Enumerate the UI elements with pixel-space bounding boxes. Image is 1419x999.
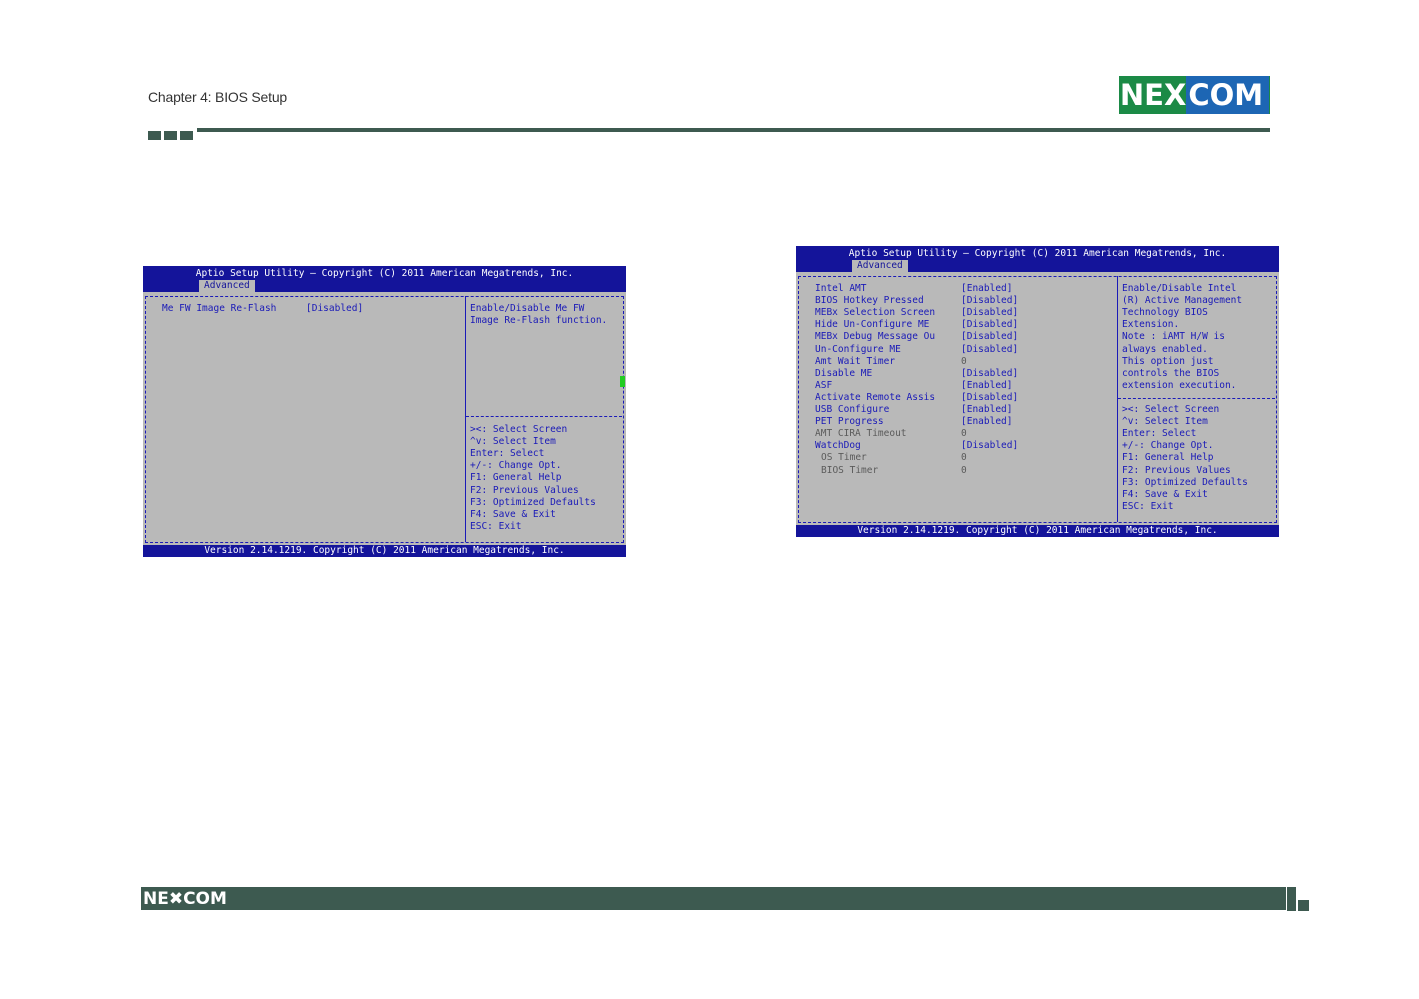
key-legend-line: F4: Save & Exit [470,508,556,520]
footer-corner-blocks [1287,887,1311,911]
setting-value: 0 [961,428,967,440]
setting-label: AMT CIRA Timeout [815,428,907,440]
chapter-title: Chapter 4: BIOS Setup [148,89,287,105]
key-legend-line: ESC: Exit [470,520,522,532]
help-line: (R) Active Management [1122,295,1243,307]
help-line: controls the BIOS [1122,367,1220,379]
setting-label[interactable]: WatchDog [815,440,861,452]
key-legend-line: Enter: Select [1122,428,1197,440]
help-line: Enable/Disable Me FW [470,303,585,314]
help-line: Image Re-Flash function. [470,315,608,327]
setting-value[interactable]: [Enabled] [961,283,1012,295]
bios-title: Aptio Setup Utility – Copyright (C) 2011… [848,248,1227,259]
bios-title-bar: Aptio Setup Utility – Copyright (C) 2011… [796,246,1279,272]
setting-label: BIOS Timer [821,464,879,476]
setting-value[interactable]: [Disabled] [961,344,1018,356]
bios-title-bar: Aptio Setup Utility – Copyright (C) 2011… [143,266,626,292]
logo-x: X [1163,78,1187,112]
bios-help-separator [1118,398,1275,399]
key-legend-line: Enter: Select [470,448,545,460]
setting-value[interactable]: [Disabled] [961,295,1018,307]
help-line: Enable/Disable Intel [1122,283,1237,294]
setting-label[interactable]: MEBx Selection Screen [815,307,935,319]
setting-value[interactable]: [Disabled] [961,440,1018,452]
setting-label[interactable]: Hide Un-Configure ME [815,319,929,331]
bios-version-bar: Version 2.14.1219. Copyright (C) 2011 Am… [143,545,626,557]
key-legend-line: +/-: Change Opt. [470,460,562,472]
setting-value[interactable]: [Disabled] [961,319,1018,331]
setting-value[interactable]: [Disabled] [306,303,363,315]
header-rule [197,128,1270,132]
tab-advanced[interactable]: Advanced [852,260,908,272]
setting-label[interactable]: Activate Remote Assis [815,392,935,404]
setting-label: OS Timer [821,452,867,464]
setting-value: 0 [961,452,967,464]
setting-label[interactable]: PET Progress [815,416,884,428]
setting-value[interactable]: [Disabled] [961,307,1018,319]
setting-label[interactable]: Me FW Image Re-Flash [162,303,276,315]
setting-value[interactable]: [Disabled] [961,392,1018,404]
key-legend-line: +/-: Change Opt. [1122,440,1214,452]
key-legend-line: ^v: Select Item [1122,416,1208,428]
tab-advanced[interactable]: Advanced [199,280,255,292]
bios-screenshot-left: Aptio Setup Utility – Copyright (C) 2011… [143,266,626,557]
key-legend-line: F2: Previous Values [470,484,579,496]
bios-title: Aptio Setup Utility – Copyright (C) 2011… [195,268,574,279]
setting-value[interactable]: [Disabled] [961,368,1018,380]
setting-label[interactable]: BIOS Hotkey Pressed [815,295,924,307]
help-line: This option just [1122,355,1214,367]
key-legend-line: F4: Save & Exit [1122,488,1208,500]
footer-logo: NE✖COM [143,889,227,909]
logo-ne: NE [1119,78,1164,112]
setting-value[interactable]: 0 [961,356,967,368]
help-line: extension execution. [1122,379,1237,391]
key-legend-line: F1: General Help [1122,452,1214,464]
setting-label[interactable]: USB Configure [815,404,889,416]
help-line: Note : iAMT H/W is [1122,331,1225,343]
setting-value[interactable]: [Enabled] [961,380,1012,392]
help-line: always enabled. [1122,343,1208,355]
key-legend-line: F1: General Help [470,472,562,484]
setting-label[interactable]: Amt Wait Timer [815,356,895,368]
bios-screenshot-right: Aptio Setup Utility – Copyright (C) 2011… [796,246,1279,537]
key-legend-line: F3: Optimized Defaults [470,496,596,508]
setting-value[interactable]: [Disabled] [961,331,1018,343]
key-legend-line: F3: Optimized Defaults [1122,476,1248,488]
bios-column-separator [1117,276,1118,522]
key-legend-line: ><: Select Screen [1122,404,1220,415]
help-line: Technology BIOS [1122,307,1208,319]
key-legend-line: ><: Select Screen [470,424,568,435]
setting-label[interactable]: MEBx Debug Message Ou [815,331,935,343]
setting-value[interactable]: [Enabled] [961,404,1012,416]
key-legend-line: ESC: Exit [1122,500,1174,512]
bios-column-separator [465,296,466,542]
key-legend-line: F2: Previous Values [1122,464,1231,476]
nexcom-logo: NE X COM [1119,76,1270,114]
key-legend-line: ^v: Select Item [470,436,556,448]
logo-com: COM [1186,76,1270,114]
setting-label[interactable]: Intel AMT [815,283,866,295]
setting-label[interactable]: Un-Configure ME [815,344,901,356]
footer-bar [141,887,1286,910]
scroll-indicator [620,376,625,387]
setting-label[interactable]: ASF [815,380,832,392]
setting-value: 0 [961,464,967,476]
setting-value[interactable]: [Enabled] [961,416,1012,428]
bios-help-separator [466,416,622,417]
setting-label[interactable]: Disable ME [815,368,872,380]
bios-version-bar: Version 2.14.1219. Copyright (C) 2011 Am… [796,525,1279,537]
help-line: Extension. [1122,319,1180,331]
header-squares [148,131,193,140]
